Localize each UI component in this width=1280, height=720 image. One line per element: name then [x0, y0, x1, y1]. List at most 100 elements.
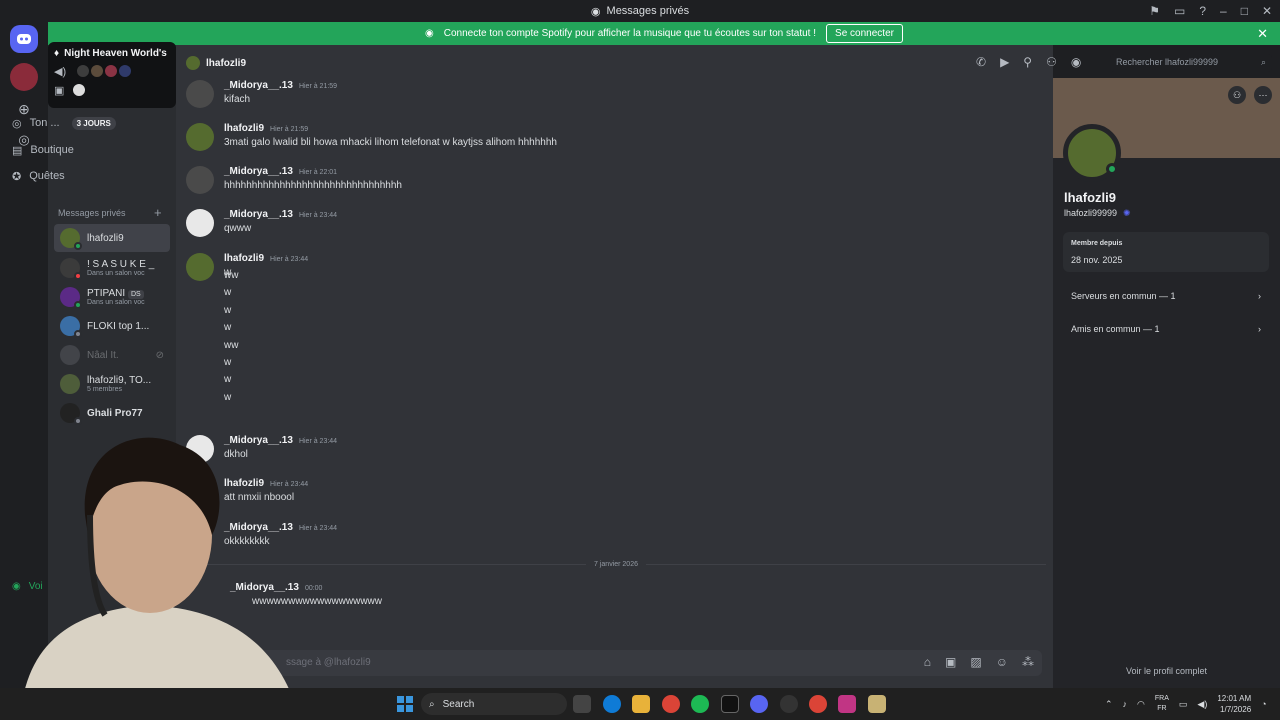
help-icon[interactable]: ? — [1199, 4, 1206, 18]
sidebar-item-quests[interactable]: ✪ Quêtes — [6, 164, 122, 188]
message-time: Hier à 22:01 — [298, 169, 338, 176]
more-icon[interactable]: ⋯ — [1254, 86, 1272, 104]
profile-username: lhafozli99999 — [1064, 208, 1118, 218]
obs-icon[interactable] — [780, 695, 798, 713]
call-icon[interactable]: ✆ — [976, 55, 986, 69]
message-time: Hier à 23:44 — [270, 256, 309, 263]
microphone-icon[interactable]: ♪ — [1123, 699, 1128, 709]
screen-icon[interactable]: ▭ — [1174, 4, 1185, 18]
chevron-right-icon: › — [1258, 324, 1261, 334]
message-text: w — [224, 391, 232, 403]
badge-icon: ✺ — [1123, 208, 1131, 218]
popup-title: ♦ Night Heaven World's — [54, 48, 170, 59]
close-icon[interactable]: ✕ — [1257, 26, 1268, 42]
search-input[interactable]: Rechercher lhafozli99999 ⌕ — [1110, 54, 1272, 72]
sidebar-item-nitro[interactable]: ◎ Ton ... 3 JOURS — [6, 111, 122, 135]
message-text: qwww — [224, 223, 252, 234]
avatar[interactable] — [186, 209, 214, 237]
emoji-icon[interactable]: ☺ — [996, 655, 1008, 669]
dm-item[interactable]: Nâal It. ⊘ — [54, 341, 170, 369]
apps-icon[interactable]: ⁂ — [1022, 655, 1034, 669]
avatar[interactable] — [186, 80, 214, 108]
profile-panel: ⚇ ⋯ lhafozli9 lhafozli99999 ✺ Membre dep… — [1053, 78, 1280, 688]
dm-item[interactable]: PTIPANI DS Dans un salon voc — [54, 283, 170, 311]
capcut-icon[interactable] — [868, 695, 886, 713]
avatar — [72, 83, 87, 97]
avatar[interactable] — [186, 123, 214, 151]
wifi-icon[interactable]: ◠ — [1137, 699, 1145, 710]
message-text: w — [224, 304, 232, 316]
add-friend-icon[interactable]: ⚇ — [1228, 86, 1246, 104]
add-dm-icon[interactable]: + — [154, 205, 162, 220]
flag-icon[interactable]: ⚑ — [1149, 4, 1160, 18]
message-text: w — [224, 374, 232, 386]
notification-icon[interactable]: ◔ — [1261, 699, 1266, 709]
chevron-up-icon[interactable]: ⌃ — [1105, 699, 1113, 710]
dm-item[interactable]: lhafozli9, TO... 5 membres — [54, 370, 170, 398]
sticker-icon[interactable]: ▨ — [970, 655, 981, 669]
window-titlebar: ◉ Messages privés ⚑ ▭ ? – □ ✕ — [0, 0, 1280, 22]
message-author[interactable]: _Midorya__.13 — [224, 209, 293, 220]
message-author[interactable]: lhafozli9 — [224, 123, 264, 134]
avatar[interactable] — [186, 253, 214, 281]
chrome-icon[interactable] — [809, 695, 827, 713]
connect-button[interactable]: Se connecter — [826, 24, 903, 43]
dm-item[interactable]: Ghali Pro77 — [54, 399, 170, 427]
nitro-badge: 3 JOURS — [71, 116, 116, 130]
mutual-servers-row[interactable]: Serveurs en commun — 1 › — [1063, 284, 1269, 308]
status-dot — [74, 301, 82, 309]
view-full-profile-link[interactable]: Voir le profil complet — [1053, 666, 1280, 676]
close-window-button[interactable]: ✕ — [1262, 4, 1272, 18]
chrome-icon[interactable] — [662, 695, 680, 713]
clock[interactable]: 12:01 AM 1/7/2026 — [1217, 693, 1251, 715]
avatar — [90, 64, 105, 78]
language-indicator[interactable]: FRA FR — [1155, 694, 1169, 714]
add-friend-icon[interactable]: ⚇ — [1046, 55, 1057, 69]
instagram-icon[interactable] — [838, 695, 856, 713]
avatar — [60, 287, 82, 309]
discord-home-button[interactable] — [10, 25, 38, 53]
search-icon: ⌕ — [429, 698, 435, 710]
epic-games-icon[interactable] — [721, 695, 739, 713]
message-author[interactable]: _Midorya__.13 — [224, 80, 293, 91]
windows-start-icon[interactable] — [397, 696, 413, 712]
volume-icon[interactable]: ◀) — [1197, 699, 1207, 710]
user-profile-icon[interactable]: ◉ — [1071, 55, 1081, 69]
avatar[interactable] — [186, 166, 214, 194]
maximize-button[interactable]: □ — [1241, 4, 1248, 18]
avatar — [60, 228, 82, 250]
gift-icon[interactable]: ⌂ — [924, 655, 931, 669]
profile-avatar[interactable] — [1063, 124, 1121, 182]
message-author[interactable]: _Midorya__.13 — [224, 166, 293, 177]
dm-item[interactable]: FLOKI top 1... — [54, 312, 170, 340]
mutual-friends-row[interactable]: Amis en commun — 1 › — [1063, 317, 1269, 341]
gif-icon[interactable]: ▣ — [945, 655, 956, 669]
task-view-icon[interactable] — [573, 695, 591, 713]
status-dot — [74, 330, 82, 338]
window-title: Messages privés — [606, 5, 690, 17]
taskbar-search[interactable]: ⌕ Search — [421, 693, 567, 715]
video-icon[interactable]: ▶ — [1000, 55, 1009, 69]
display-icon[interactable]: ▭ — [1179, 699, 1188, 710]
blocked-icon: ⊘ — [155, 349, 164, 361]
dm-sub: 5 membres — [87, 385, 123, 393]
server-night-heaven[interactable] — [10, 63, 38, 91]
spotify-icon[interactable] — [691, 695, 709, 713]
dm-sub: Dans un salon voc — [87, 269, 145, 277]
dm-item[interactable]: ! S A S U K E _ Dans un salon voc — [54, 254, 170, 282]
sidebar-item-shop[interactable]: ▤ Boutique — [6, 138, 122, 162]
discord-taskbar-icon[interactable] — [750, 695, 768, 713]
quests-icon: ✪ — [12, 170, 22, 183]
dm-name: lhafozli9 — [87, 232, 124, 244]
mutual-servers-label: Serveurs en commun — 1 — [1071, 291, 1176, 301]
date-divider-label: 7 janvier 2026 — [594, 561, 638, 568]
pin-icon[interactable]: ⚲ — [1023, 55, 1032, 69]
dm-item[interactable]: lhafozli9 — [54, 224, 170, 252]
message-author[interactable]: lhafozli9 — [224, 253, 264, 264]
mutual-friends-label: Amis en commun — 1 — [1071, 324, 1160, 334]
chat-header-icons: ✆ ▶ ⚲ ⚇ ◉ — [976, 55, 1081, 69]
shop-icon: ▤ — [12, 144, 23, 157]
edge-icon[interactable] — [603, 695, 621, 713]
minimize-button[interactable]: – — [1220, 4, 1227, 18]
file-explorer-icon[interactable] — [632, 695, 650, 713]
